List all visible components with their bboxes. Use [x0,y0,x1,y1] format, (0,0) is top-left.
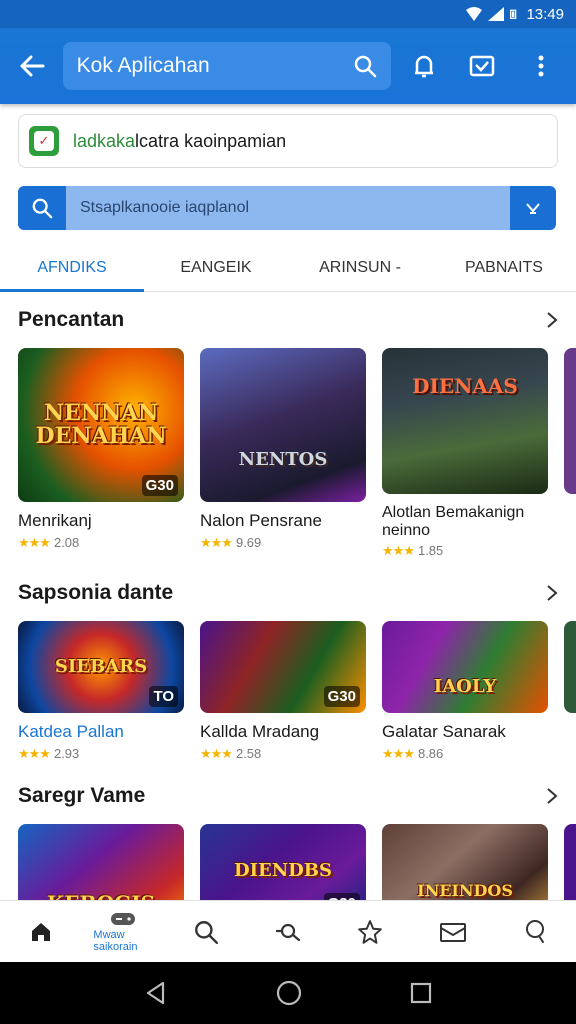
game-card[interactable]: DIENAAS Alotlan Bemakanign neinno ★★★ 1.8… [382,348,548,559]
game-name: Nalon Pensrane [200,511,322,530]
bell-icon [414,55,433,78]
tab-eangeik[interactable]: EANGEIK [144,244,288,291]
search-icon [194,920,218,944]
bottom-navigation: Mwaw saikorain [0,900,576,962]
app-title-box[interactable]: Kok Aplicahan [62,42,391,90]
nav-games[interactable]: Mwaw saikorain [93,911,153,953]
game-name: Katdea Pallan [18,722,124,742]
search-icon[interactable] [18,186,66,230]
game-card[interactable]: IAOLY Galatar Sanarak ★★★ 8.86 [382,621,548,762]
star-rating-icon: ★★★ [382,745,415,761]
chevron-right-icon[interactable] [546,311,558,329]
game-name: Kallda Mradang [200,722,320,742]
inbox-button[interactable] [457,40,507,92]
home-icon [32,922,51,941]
game-name: Menrikanj [18,511,92,530]
game-thumbnail: IAOLY [382,621,548,714]
filter-icon [526,203,540,214]
game-thumbnail: NENTOS [200,348,366,502]
app-logo-icon: ✓ [29,126,59,156]
next-card-peek [564,621,576,762]
game-rating: ★★★ 8.86 [382,745,444,761]
app-bar: Kok Aplicahan [0,28,576,104]
section-title: Saregr Vame [18,783,146,807]
chevron-right-icon[interactable] [546,584,558,602]
game-name: Galatar Sanarak [382,722,506,742]
system-navigation-bar [0,962,576,1024]
arrow-left-icon [20,55,45,77]
search-icon[interactable] [353,54,377,78]
star-rating-icon: ★★★ [200,745,233,761]
nav-label: Mwaw saikorain [93,928,138,953]
app-banner-text: ladkakalcatra kaoinpamian [73,130,287,151]
game-card[interactable]: NENTOS Nalon Pensrane ★★★ 9.69 [200,348,366,559]
game-thumbnail: NENNAN DENAHAN G30 [18,348,184,502]
app-title: Kok Aplicahan [76,54,210,77]
star-rating-icon: ★★★ [18,534,51,550]
notifications-button[interactable] [399,40,449,92]
search-input[interactable] [66,186,510,230]
game-name: Alotlan Bemakanign neinno [382,504,525,539]
inbox-icon [470,55,495,77]
game-thumbnail: G30 [200,621,366,714]
battery-icon [510,9,517,19]
section-sapsonia-dante: Sapsonia dante SIEBARS TO Katdea Pallan … [0,581,576,762]
back-triangle-icon[interactable] [143,980,169,1006]
nav-home[interactable] [11,920,71,944]
nav-profile[interactable] [505,919,565,945]
magnifier-tag-icon [275,923,301,941]
chevron-right-icon[interactable] [546,787,558,805]
tab-afndiks[interactable]: AFNDIKS [0,244,144,292]
star-rating-icon: ★★★ [18,745,51,761]
app-banner[interactable]: ✓ ladkakalcatra kaoinpamian [18,114,558,168]
status-bar: 13:49 [0,0,576,28]
game-rating: ★★★ 2.93 [18,745,80,761]
status-time: 13:49 [526,5,564,23]
more-vert-icon [538,55,544,77]
nav-library[interactable] [423,920,483,944]
back-button[interactable] [10,43,55,89]
section-title: Sapsonia dante [18,581,174,605]
nav-explore[interactable] [258,920,318,944]
recents-square-icon[interactable] [409,981,433,1005]
filter-button[interactable] [510,186,556,230]
star-outline-icon [358,919,383,944]
search-bar [18,186,556,230]
home-circle-icon[interactable] [275,979,303,1007]
star-rating-icon: ★★★ [382,543,415,559]
section-title: Pencantan [18,308,125,331]
next-card-peek [564,348,576,559]
game-rating: ★★★ 9.69 [200,534,262,550]
tab-arinsun[interactable]: ARINSUN - [288,244,432,291]
more-button[interactable] [516,40,566,92]
nav-search[interactable] [176,919,236,945]
wifi-icon [466,7,483,21]
signal-icon [488,7,505,21]
gamepad-icon [111,912,136,925]
tab-pabnaits[interactable]: PABNAITS [432,244,576,291]
game-rating: ★★★ 1.85 [382,543,444,559]
game-card[interactable]: SIEBARS TO Katdea Pallan ★★★ 2.93 [18,621,184,762]
game-thumbnail: DIENAAS [382,348,548,494]
chat-icon [525,919,544,943]
library-icon [439,922,466,942]
game-rating: ★★★ 2.08 [18,534,80,550]
game-card[interactable]: NENNAN DENAHAN G30 Menrikanj ★★★ 2.08 [18,348,184,559]
nav-favorites[interactable] [340,919,400,945]
category-tabs: AFNDIKS EANGEIK ARINSUN - PABNAITS [0,244,576,292]
section-pencantan: Pencantan NENNAN DENAHAN G30 Menrikanj ★… [0,308,576,559]
star-rating-icon: ★★★ [200,534,233,550]
game-thumbnail: SIEBARS TO [18,621,184,714]
game-rating: ★★★ 2.58 [200,745,262,761]
game-card[interactable]: G30 Kallda Mradang ★★★ 2.58 [200,621,366,762]
